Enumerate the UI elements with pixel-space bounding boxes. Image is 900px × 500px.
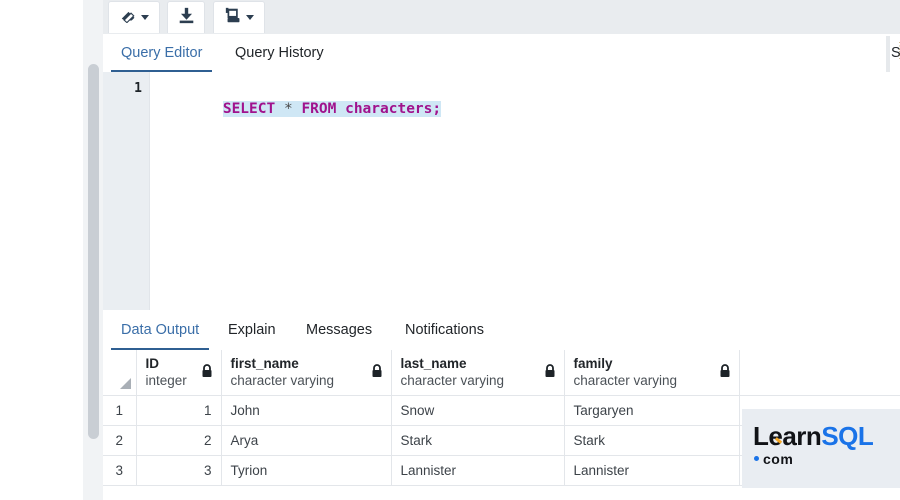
sql-token-select: SELECT — [222, 101, 276, 117]
column-header-first-name-name: first_name — [230, 356, 299, 372]
sql-selection: SELECT * FROM characters; — [222, 101, 442, 117]
sql-token-space-3 — [336, 101, 345, 117]
sql-editor[interactable]: 1 SELECT * FROM characters; — [103, 72, 900, 310]
column-header-last-name-type: character varying — [400, 373, 505, 389]
column-header-id[interactable]: ID integer — [136, 350, 222, 396]
tab-notifications[interactable]: Notifications — [395, 310, 494, 350]
column-header-first-name[interactable]: first_name character varying — [221, 350, 392, 396]
logo-dot-icon — [754, 456, 759, 461]
cell-first-name[interactable]: Tyrion — [221, 455, 392, 486]
row-number[interactable]: 2 — [103, 425, 137, 456]
cell-family[interactable]: Lannister — [564, 455, 740, 486]
column-header-last-name-name: last_name — [400, 356, 467, 372]
tab-query-editor[interactable]: Query Editor — [111, 34, 213, 73]
query-toolbar — [103, 0, 900, 34]
paste-icon — [224, 7, 243, 29]
logo-tld-text: com — [763, 451, 794, 467]
pgadmin-query-tool-screenshot: Query Editor Query History S ⋮ ⋮ 1 SELECT… — [0, 0, 900, 500]
column-header-first-name-type: character varying — [230, 373, 335, 389]
column-header-family[interactable]: family character varying — [564, 350, 740, 396]
cell-id[interactable]: 3 — [136, 455, 222, 486]
clear-query-button[interactable] — [108, 1, 160, 33]
cell-id[interactable]: 1 — [136, 395, 222, 426]
select-all-triangle-icon — [119, 377, 131, 389]
editor-tab-bar: Query Editor Query History S — [103, 34, 900, 73]
line-number: 1 — [134, 81, 142, 96]
left-blank-margin — [0, 0, 82, 500]
download-results-button[interactable] — [167, 1, 205, 33]
chevron-down-icon — [141, 15, 149, 20]
column-header-filler — [739, 350, 900, 396]
lock-icon — [201, 364, 213, 381]
paste-query-button[interactable] — [213, 1, 265, 33]
select-all-corner-cell[interactable] — [103, 350, 137, 396]
learnsql-watermark-logo: LearnSQL com — [742, 409, 900, 488]
cell-id[interactable]: 2 — [136, 425, 222, 456]
row-number[interactable]: 1 — [103, 395, 137, 426]
splitter-grip-dots: ⋮ ⋮ — [895, 41, 900, 61]
cell-family[interactable]: Stark — [564, 425, 740, 456]
sql-token-semicolon: ; — [432, 101, 442, 117]
column-header-family-type: character varying — [573, 373, 678, 389]
cell-family[interactable]: Targaryen — [564, 395, 740, 426]
download-icon — [178, 7, 195, 29]
sql-token-from: FROM — [301, 101, 337, 117]
lock-icon — [719, 364, 731, 381]
tab-messages[interactable]: Messages — [296, 310, 382, 350]
sql-token-space-1 — [275, 101, 284, 117]
cell-last-name[interactable]: Stark — [391, 425, 565, 456]
logo-sql-text: SQL — [821, 421, 874, 451]
tab-query-history[interactable]: Query History — [225, 34, 334, 72]
tab-data-output-label: Data Output — [121, 322, 200, 338]
tab-data-output[interactable]: Data Output — [111, 310, 210, 351]
tab-explain[interactable]: Explain — [218, 310, 286, 350]
logo-tld: com — [754, 451, 793, 467]
cell-first-name[interactable]: Arya — [221, 425, 392, 456]
editor-line-gutter: 1 — [103, 72, 150, 310]
lock-icon — [371, 364, 383, 381]
table-header-row: ID integer first_name character varying … — [103, 350, 900, 396]
tab-query-history-label: Query History — [235, 45, 324, 61]
sql-token-star: * — [283, 101, 293, 117]
tab-query-editor-label: Query Editor — [121, 45, 203, 61]
logo-learn-text: Learn — [753, 421, 822, 451]
sql-code-line[interactable]: SELECT * FROM characters; — [153, 82, 442, 136]
tab-explain-label: Explain — [228, 322, 276, 338]
tab-notifications-label: Notifications — [405, 322, 484, 338]
cell-last-name[interactable]: Lannister — [391, 455, 565, 486]
chevron-down-icon — [246, 15, 254, 20]
sql-token-table-name: characters — [345, 101, 433, 117]
column-header-family-name: family — [573, 356, 613, 372]
eraser-icon — [119, 7, 138, 28]
lock-icon — [544, 364, 556, 381]
output-tab-bar: Data Output Explain Messages Notificatio… — [103, 310, 900, 351]
row-number[interactable]: 3 — [103, 455, 137, 486]
column-header-last-name[interactable]: last_name character varying — [391, 350, 565, 396]
page-scrollbar-thumb[interactable] — [88, 64, 99, 439]
logo-wordmark: LearnSQL — [753, 421, 874, 451]
cell-last-name[interactable]: Snow — [391, 395, 565, 426]
page-scrollbar[interactable] — [82, 0, 104, 500]
cell-first-name[interactable]: John — [221, 395, 392, 426]
tab-messages-label: Messages — [306, 322, 373, 338]
